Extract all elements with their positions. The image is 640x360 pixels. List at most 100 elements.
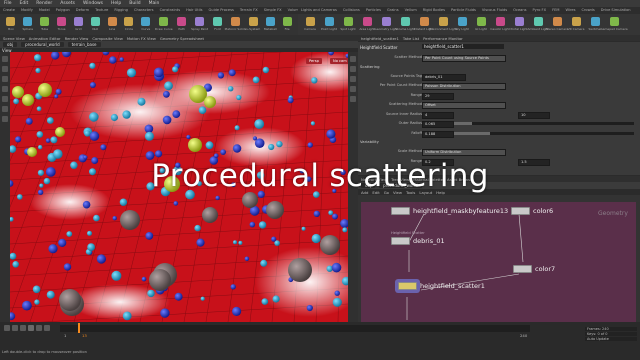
param-slider[interactable] (454, 122, 634, 125)
shelf-tab[interactable]: Polygon (53, 7, 73, 14)
ghost-icon[interactable] (350, 96, 356, 102)
shelf-tool[interactable]: Camera (302, 17, 318, 31)
param-field[interactable]: 4 (422, 111, 454, 119)
shelf-tool[interactable]: Null (88, 17, 102, 31)
node-tile-selected[interactable] (398, 282, 417, 290)
param-field[interactable]: 0.188 (422, 130, 454, 138)
shelf-tool[interactable]: Spray Paint (191, 17, 208, 31)
desktop-build[interactable]: Build (125, 1, 144, 6)
node-heightfield-scatter1[interactable]: heightfield_scatter1 (398, 282, 485, 290)
param-field-2[interactable]: 10 (518, 111, 550, 119)
pane-tab[interactable]: Render View (65, 36, 89, 41)
shelf-tool[interactable]: Box (4, 17, 18, 31)
menu-windows[interactable]: Windows (79, 1, 107, 6)
step-back-icon[interactable] (12, 325, 18, 331)
param-section[interactable]: Scattering (360, 64, 380, 69)
shelf-tab[interactable]: Guide Process (206, 7, 237, 14)
shelf-tool[interactable]: Curve (139, 17, 153, 31)
shelf-tab[interactable]: Constraints (157, 7, 184, 14)
pane-tab[interactable]: Animation Editor (29, 36, 61, 41)
shelf-tool[interactable]: Environment Light (429, 17, 457, 31)
shelf-tool[interactable]: Stereo Camera (546, 17, 568, 31)
shelf-tab[interactable]: Grains (384, 7, 402, 14)
shelf-tab[interactable]: Drive Simulation (598, 7, 634, 14)
menu-help[interactable]: Help (107, 1, 125, 6)
shelf-tool[interactable]: Gamepad Camera (600, 17, 628, 31)
play-reverse-icon[interactable] (20, 325, 26, 331)
shelf-tool[interactable]: Portal Light (510, 17, 528, 31)
shelf-tool[interactable]: L-System (246, 17, 260, 31)
shelf-tool[interactable]: VR Camera (568, 17, 584, 31)
shelf-tool[interactable]: Area Light (359, 17, 375, 31)
shelf-tool[interactable]: Path (175, 17, 189, 31)
shelf-tab[interactable]: Collisions (340, 7, 363, 14)
param-field[interactable]: 0.065 (422, 121, 454, 128)
node-tile[interactable] (391, 237, 410, 245)
menu-edit[interactable]: Edit (16, 1, 33, 6)
menu-assets[interactable]: Assets (56, 1, 79, 6)
shelf-tab[interactable]: Pyro FX (530, 7, 550, 14)
shelf-tool[interactable]: Font (211, 17, 225, 31)
shelf-tool[interactable]: GI Light (473, 17, 489, 31)
view-tool-icon[interactable] (2, 116, 8, 122)
node-tile[interactable] (511, 207, 530, 215)
node-tile[interactable] (513, 265, 532, 273)
path-node[interactable]: procedural_world (21, 42, 64, 47)
shelf-tab[interactable]: Model (36, 7, 53, 14)
shelf-tab[interactable]: Characters (131, 7, 157, 14)
param-menu[interactable]: Offset (422, 102, 506, 109)
shelf-tab[interactable]: Modify (18, 7, 36, 14)
param-menu[interactable]: Uniform Distribution (422, 149, 506, 156)
shelf-tool[interactable]: Line (105, 17, 119, 31)
shelf-tool[interactable]: Spot Light (340, 17, 356, 31)
shelf-tool[interactable]: Caustic Light (490, 17, 510, 31)
shelf-tab[interactable]: Create (0, 7, 18, 14)
param-field[interactable]: debris_01 (422, 73, 466, 81)
shelf-tool[interactable]: Geometry Light (374, 17, 398, 31)
shelf-tool[interactable]: Sphere (21, 17, 35, 31)
shading-icon[interactable] (350, 66, 356, 72)
scale-tool-icon[interactable] (2, 86, 8, 92)
shelf-tab[interactable]: Rigging (111, 7, 131, 14)
shelf-tab[interactable]: Deform (73, 7, 92, 14)
path-sub[interactable]: terrain_base (67, 42, 101, 47)
shelf-tool[interactable]: Tube (38, 17, 52, 31)
param-menu[interactable]: Per Point Count using Source Points (422, 55, 506, 62)
rotate-tool-icon[interactable] (2, 76, 8, 82)
param-menu[interactable]: Poisson Distribution (422, 83, 506, 90)
shelf-tab[interactable]: Viscous Fluids (479, 7, 510, 14)
select-tool-icon[interactable] (2, 56, 8, 62)
display-options-icon[interactable] (350, 56, 356, 62)
persp-badge[interactable]: Persp (306, 58, 322, 64)
lighting-icon[interactable] (350, 86, 356, 92)
shelf-tool[interactable]: Sky Light (454, 17, 470, 31)
shelf-tab[interactable]: Terrain FX (237, 7, 261, 14)
shelf-tab[interactable]: Texture (92, 7, 111, 14)
node-tile[interactable] (391, 207, 410, 215)
shelf-tool[interactable]: Ambient Light (527, 17, 549, 31)
pane-tab[interactable]: Motion FX View (127, 36, 156, 41)
shelf-tab[interactable]: Wires (563, 7, 579, 14)
menu-render[interactable]: Render (32, 1, 56, 6)
shelf-tab[interactable]: Rigid Bodies (420, 7, 448, 14)
timeline-track[interactable] (60, 325, 530, 332)
path-obj[interactable]: obj (3, 42, 18, 47)
shelf-tool[interactable]: Platonic Solids (225, 17, 246, 31)
node-debris-01[interactable]: Heightfield Scatter debris_01 (391, 231, 445, 245)
handle-tool-icon[interactable] (2, 96, 8, 102)
pane-tab[interactable]: Geometry Spreadsheet (160, 36, 204, 41)
shelf-tab[interactable]: Particle Fluids (448, 7, 479, 14)
move-tool-icon[interactable] (2, 66, 8, 72)
shelf-tab[interactable]: FEM (549, 7, 562, 14)
wireframe-icon[interactable] (350, 76, 356, 82)
step-forward-icon[interactable] (36, 325, 42, 331)
pane-tab[interactable]: Scene View (3, 36, 25, 41)
shelf-tool[interactable]: File (280, 17, 294, 31)
network-canvas[interactable]: heightfield_maskbyfeature13 color6 Heigh… (361, 202, 636, 322)
shelf-tab[interactable]: Crowds (579, 7, 598, 14)
menu-file[interactable]: File (0, 1, 16, 6)
node-color7[interactable]: color7 (513, 265, 555, 273)
pane-tab[interactable]: Performance Monitor (423, 36, 463, 41)
param-section[interactable]: Variability (360, 139, 379, 144)
param-slider[interactable] (454, 131, 634, 135)
